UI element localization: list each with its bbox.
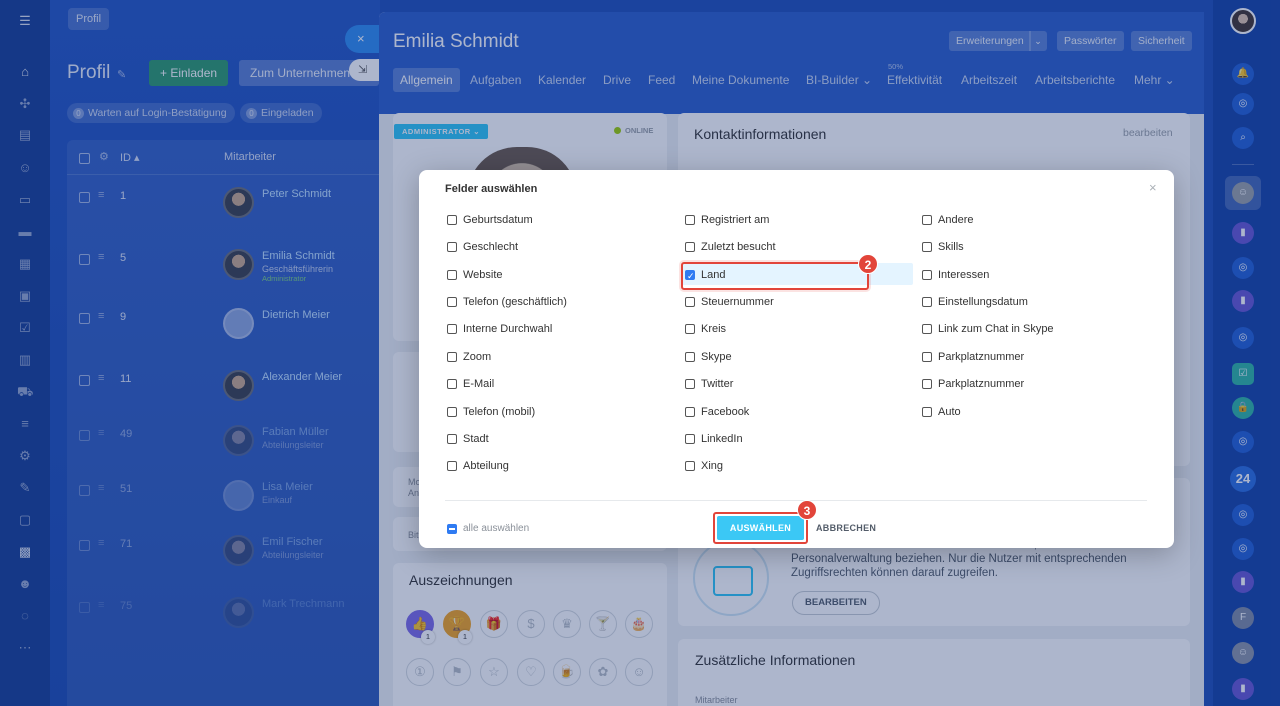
field-label: Telefon (mobil) — [463, 406, 536, 418]
field-label: Einstellungsdatum — [938, 296, 1028, 308]
checkbox[interactable] — [447, 461, 457, 471]
field-label: Twitter — [701, 378, 734, 390]
checkbox[interactable] — [922, 379, 932, 389]
checkbox[interactable] — [447, 215, 457, 225]
checkbox[interactable] — [685, 352, 695, 362]
checkbox[interactable] — [685, 242, 695, 252]
field-label: Zuletzt besucht — [701, 241, 776, 253]
checkbox[interactable] — [685, 461, 695, 471]
checkbox[interactable] — [447, 352, 457, 362]
field-label: Link zum Chat in Skype — [938, 323, 1054, 335]
field-label: Interessen — [938, 269, 990, 281]
checkbox[interactable] — [685, 324, 695, 334]
checkbox[interactable] — [922, 352, 932, 362]
dialog-title: Felder auswählen — [445, 183, 538, 195]
field-label: Andere — [938, 214, 974, 226]
field-select-dialog: Felder auswählen × Geburtsdatum Geschlec… — [419, 170, 1174, 548]
select-all-label: alle auswählen — [463, 523, 530, 534]
field-label: Land — [701, 269, 726, 281]
field-label: Website — [463, 269, 503, 281]
checkbox[interactable] — [685, 379, 695, 389]
select-all-checkbox[interactable] — [447, 524, 457, 534]
field-label: Steuernummer — [701, 296, 774, 308]
checkbox[interactable] — [447, 324, 457, 334]
checkbox[interactable] — [447, 407, 457, 417]
field-label: Zoom — [463, 351, 492, 363]
checkbox[interactable] — [447, 434, 457, 444]
checkbox[interactable] — [447, 379, 457, 389]
select-button[interactable]: AUSWÄHLEN — [717, 516, 804, 540]
checkbox[interactable] — [685, 434, 695, 444]
field-label: LinkedIn — [701, 433, 743, 445]
field-label: Parkplatznummer — [938, 351, 1025, 363]
divider — [445, 500, 1147, 501]
field-label: Interne Durchwahl — [463, 323, 553, 335]
field-label: Facebook — [701, 406, 750, 418]
checkbox[interactable] — [922, 270, 932, 280]
field-label: Geburtsdatum — [463, 214, 533, 226]
checkbox[interactable] — [447, 242, 457, 252]
checkbox[interactable] — [447, 297, 457, 307]
field-label: Skype — [701, 351, 732, 363]
field-label: Skills — [938, 241, 964, 253]
step-marker-3: 3 — [797, 500, 817, 520]
close-icon[interactable]: × — [1149, 180, 1157, 195]
field-label: Geschlecht — [463, 241, 519, 253]
field-label: E-Mail — [463, 378, 495, 390]
field-label: Kreis — [701, 323, 727, 335]
checkbox[interactable] — [685, 215, 695, 225]
cancel-button[interactable]: ABBRECHEN — [816, 523, 876, 533]
checkbox[interactable] — [685, 407, 695, 417]
field-label: Telefon (geschäftlich) — [463, 296, 567, 308]
field-label: Xing — [701, 460, 724, 472]
checkbox[interactable] — [922, 215, 932, 225]
checkbox[interactable] — [447, 270, 457, 280]
checkbox[interactable] — [685, 297, 695, 307]
checkbox[interactable] — [922, 324, 932, 334]
field-label: Auto — [938, 406, 961, 418]
checkbox[interactable] — [922, 297, 932, 307]
step-marker-2: 2 — [858, 254, 878, 274]
field-label: Parkplatznummer — [938, 378, 1025, 390]
checkbox[interactable] — [922, 407, 932, 417]
checkbox[interactable] — [922, 242, 932, 252]
field-label: Registriert am — [701, 214, 770, 226]
field-label: Abteilung — [463, 460, 509, 472]
checkbox-checked[interactable] — [685, 268, 695, 284]
field-label: Stadt — [463, 433, 489, 445]
